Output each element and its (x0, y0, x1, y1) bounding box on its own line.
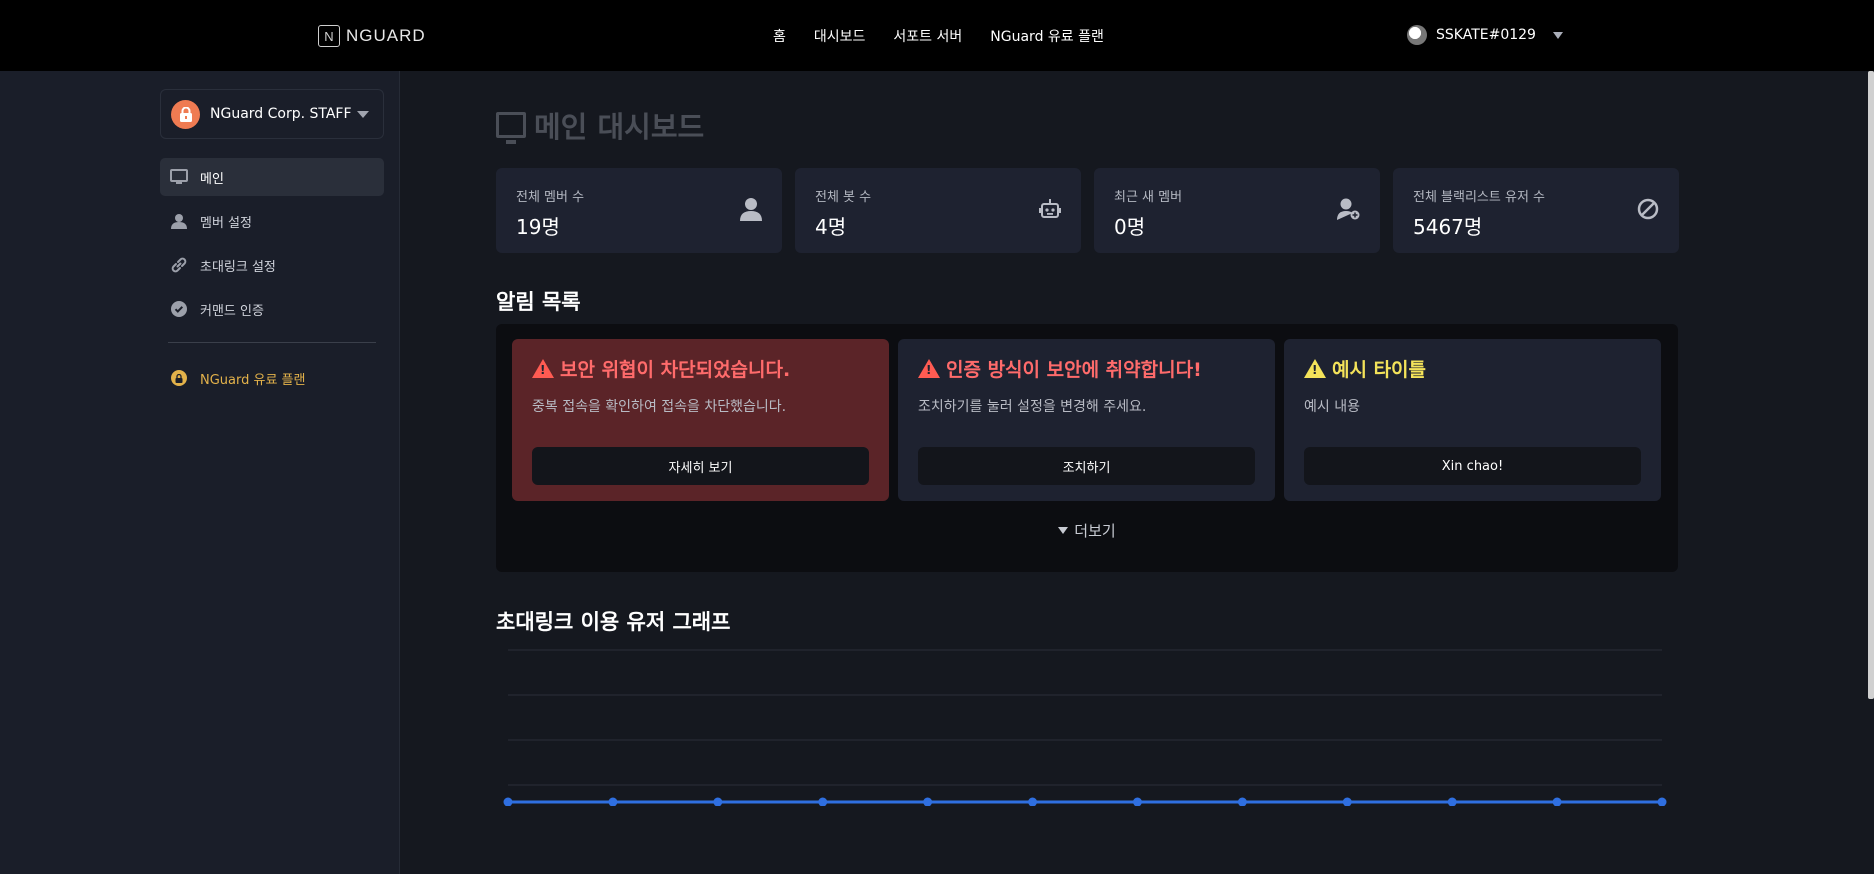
view-details-button[interactable]: 자세히 보기 (532, 447, 869, 485)
avatar (1407, 25, 1427, 45)
user-name: SSKATE#0129 (1436, 27, 1536, 43)
chart-point[interactable] (1657, 797, 1667, 807)
logo[interactable]: N NGUARD (318, 25, 426, 47)
chart-point[interactable] (503, 797, 513, 807)
server-selector[interactable]: NGuard Corp. STAFF (160, 89, 384, 139)
main-content: 메인 대시보드 전체 멤버 수 19명 전체 봇 수 4명 최근 새 멤버 0명… (400, 71, 1874, 874)
stat-value: 0명 (1114, 215, 1146, 239)
user-icon (738, 196, 764, 222)
warning-icon (532, 359, 554, 378)
user-icon (170, 212, 188, 230)
take-action-button[interactable]: 조치하기 (918, 447, 1255, 485)
invite-link-users-chart (503, 649, 1667, 807)
alert-action-button[interactable]: Xin chao! (1304, 447, 1641, 485)
chart-title: 초대링크 이용 유저 그래프 (496, 610, 731, 634)
chevron-down-icon (1552, 31, 1563, 39)
alert-title-text: 인증 방식이 보안에 취약합니다! (946, 359, 1202, 381)
alert-title-text: 보안 위협이 차단되었습니다. (560, 359, 791, 381)
alert-body: 중복 접속을 확인하여 접속을 차단했습니다. (532, 399, 787, 415)
nav-link-premium[interactable]: NGuard 유료 플랜 (990, 26, 1104, 46)
stat-card-bots: 전체 봇 수 4명 (795, 168, 1081, 253)
stat-card-members: 전체 멤버 수 19명 (496, 168, 782, 253)
stat-value: 19명 (516, 215, 560, 239)
user-menu[interactable]: SSKATE#0129 (1407, 25, 1563, 45)
alert-title: 예시 타이틀 (1304, 355, 1641, 382)
sidebar-item-label: 메인 (200, 171, 224, 187)
page-title-text: 메인 대시보드 (534, 110, 705, 144)
sidebar-item-command-auth[interactable]: 커맨드 인증 (160, 290, 384, 328)
alert-body: 예시 내용 (1304, 399, 1360, 415)
ban-icon (1635, 196, 1661, 222)
show-more-button[interactable]: 더보기 (496, 520, 1678, 541)
robot-icon (1037, 196, 1063, 222)
nav-links: 홈 대시보드 서포트 서버 NGuard 유료 플랜 (773, 26, 1104, 46)
stat-value: 5467명 (1413, 215, 1483, 239)
check-circle-icon (170, 300, 188, 318)
nav-link-support-server[interactable]: 서포트 서버 (893, 26, 962, 46)
alert-title: 보안 위협이 차단되었습니다. (532, 355, 869, 382)
alert-title-text: 예시 타이틀 (1332, 359, 1427, 381)
alert-card: 인증 방식이 보안에 취약합니다! 조치하기를 눌러 설정을 변경해 주세요. … (898, 339, 1275, 501)
chart-point[interactable] (1132, 797, 1142, 807)
sidebar-item-invite-links[interactable]: 초대링크 설정 (160, 246, 384, 284)
alert-title: 인증 방식이 보안에 취약합니다! (918, 355, 1255, 382)
chart-point[interactable] (923, 797, 933, 807)
stat-label: 최근 새 멤버 (1114, 190, 1183, 205)
stat-card-blacklist: 전체 블랙리스트 유저 수 5467명 (1393, 168, 1679, 253)
chart-point[interactable] (818, 797, 828, 807)
link-icon (170, 256, 188, 274)
chevron-down-icon (357, 110, 369, 118)
alerts-panel: 보안 위협이 차단되었습니다. 중복 접속을 확인하여 접속을 차단했습니다. … (496, 324, 1678, 572)
server-name: NGuard Corp. STAFF (210, 106, 352, 122)
monitor-icon (170, 168, 188, 186)
stats-row: 전체 멤버 수 19명 전체 봇 수 4명 최근 새 멤버 0명 전체 블랙리스… (496, 168, 1679, 253)
sidebar-item-label: NGuard 유료 플랜 (200, 372, 306, 388)
warning-icon (1304, 359, 1326, 378)
sidebar-item-label: 멤버 설정 (200, 215, 252, 231)
logo-mark-icon: N (318, 25, 340, 47)
warning-icon (918, 359, 940, 378)
stat-label: 전체 멤버 수 (516, 190, 585, 205)
monitor-icon (496, 112, 526, 144)
nav-link-dashboard[interactable]: 대시보드 (814, 26, 866, 46)
alert-card: 보안 위협이 차단되었습니다. 중복 접속을 확인하여 접속을 차단했습니다. … (512, 339, 889, 501)
logo-text: NGUARD (346, 26, 426, 45)
chart-point[interactable] (713, 797, 723, 807)
alert-body: 조치하기를 눌러 설정을 변경해 주세요. (918, 399, 1147, 415)
alert-card: 예시 타이틀 예시 내용 Xin chao! (1284, 339, 1661, 501)
user-add-icon (1336, 196, 1362, 222)
scrollbar[interactable] (1868, 71, 1874, 699)
stat-value: 4명 (815, 215, 847, 239)
sidebar-item-label: 초대링크 설정 (200, 259, 276, 275)
stat-card-new-members: 최근 새 멤버 0명 (1094, 168, 1380, 253)
sidebar-menu: 메인 멤버 설정 초대링크 설정 커맨드 인증 NGuard 유료 플랜 (160, 158, 384, 403)
nav-link-home[interactable]: 홈 (773, 26, 786, 46)
sidebar-item-main[interactable]: 메인 (160, 158, 384, 196)
lock-icon (171, 99, 200, 129)
stat-label: 전체 봇 수 (815, 190, 872, 205)
sidebar-item-premium[interactable]: NGuard 유료 플랜 (160, 359, 384, 397)
show-more-label: 더보기 (1074, 522, 1116, 540)
sidebar: NGuard Corp. STAFF 메인 멤버 설정 초대링크 설정 커맨드 … (0, 71, 400, 874)
premium-lock-icon (170, 369, 188, 387)
stat-label: 전체 블랙리스트 유저 수 (1413, 190, 1545, 205)
sidebar-item-label: 커맨드 인증 (200, 303, 264, 319)
chart-point[interactable] (1237, 797, 1247, 807)
chart-point[interactable] (608, 797, 618, 807)
sidebar-item-members[interactable]: 멤버 설정 (160, 202, 384, 240)
chart-point[interactable] (1552, 797, 1562, 807)
divider (168, 342, 376, 343)
chart-point[interactable] (1028, 797, 1038, 807)
chart-point[interactable] (1447, 797, 1457, 807)
top-navigation: N NGUARD 홈 대시보드 서포트 서버 NGuard 유료 플랜 SSKA… (0, 0, 1874, 71)
caret-down-icon (1058, 527, 1069, 534)
chart-point[interactable] (1342, 797, 1352, 807)
alerts-title: 알림 목록 (496, 290, 581, 314)
page-title: 메인 대시보드 (496, 104, 704, 146)
